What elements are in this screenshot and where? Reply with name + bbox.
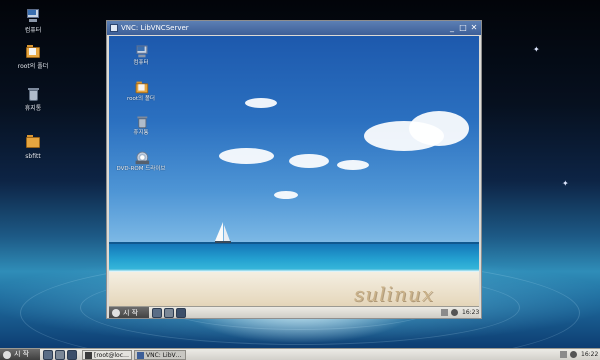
desktop-icon-label: 휴지통 [24,105,42,112]
mail-launcher-icon[interactable] [164,308,174,318]
terminal-launcher-icon[interactable] [67,350,77,360]
network-tray-icon[interactable] [441,309,448,316]
desktop-icon-label: root의 폴더 [17,63,49,70]
remote-clock: 16:23 [462,309,479,316]
outer-taskbar: 시 작 [root@loc… VNC: LibV… 16:22 [0,348,600,360]
sailboat-icon [215,222,231,243]
cloud [219,148,274,164]
desktop-icon-label: sbfitt [25,153,41,160]
trash-icon [135,115,148,129]
cloud [289,154,329,168]
remote-icon-label: DVD-ROM 드라이브 [116,166,166,172]
remote-icon-label: 휴지통 [133,130,149,136]
browser-launcher-icon[interactable] [43,350,53,360]
taskbar-task-terminal[interactable]: [root@loc… [82,350,132,360]
vnc-viewer-window[interactable]: VNC: LibVNCServer _ □ ✕ sulinux 컴퓨터 root… [106,20,482,319]
folder-icon [25,134,41,150]
window-titlebar[interactable]: VNC: LibVNCServer _ □ ✕ [107,21,481,35]
window-title: VNC: LibVNCServer [121,24,189,32]
start-logo-icon [112,309,120,317]
start-button[interactable]: 시 작 [0,349,40,360]
remote-icon-label: 컴퓨터 [133,60,149,66]
dvd-drive-icon [135,151,150,165]
start-label: 시 작 [14,350,30,358]
taskbar-task-vnc[interactable]: VNC: LibV… [134,350,186,360]
remote-taskbar: 시 작 16:23 [109,306,479,318]
desktop-icon-label: 컴퓨터 [24,27,42,34]
task-label: VNC: LibV… [146,352,182,359]
remote-icon-label: root의 폴더 [127,96,155,102]
trash-icon [25,86,41,102]
desktop-icon-trash[interactable]: 휴지통 [8,86,58,112]
remote-icon-computer[interactable]: 컴퓨터 [115,44,167,66]
vnc-icon [137,352,144,359]
volume-tray-icon[interactable] [451,309,458,316]
remote-start-button[interactable]: 시 작 [109,307,149,318]
maximize-button[interactable]: □ [458,23,468,33]
brand-sand-text: sulinux [354,282,434,306]
cloud [409,111,469,146]
cloud [274,191,298,199]
computer-icon [25,8,41,24]
cloud [337,160,369,170]
minimize-button[interactable]: _ [447,23,457,33]
close-button[interactable]: ✕ [469,23,479,33]
remote-icon-home-folder[interactable]: root의 폴더 [115,80,167,102]
cloud [245,98,277,108]
vnc-app-icon [110,24,118,32]
desktop-icon-computer[interactable]: 컴퓨터 [8,8,58,34]
computer-icon [135,45,148,58]
remote-icon-dvd-drive[interactable]: DVD-ROM 드라이브 [115,150,167,172]
browser-launcher-icon[interactable] [152,308,162,318]
volume-tray-icon[interactable] [570,351,577,358]
remote-icon-trash[interactable]: 휴지통 [115,114,167,136]
terminal-icon [85,352,92,359]
system-clock: 16:22 [581,351,599,358]
home-folder-icon [25,44,41,60]
star-glint: ✦ [533,45,540,54]
start-label: 시 작 [123,309,139,317]
desktop-icon-home-folder[interactable]: root의 폴더 [8,44,58,70]
task-label: [root@loc… [94,352,130,359]
terminal-launcher-icon[interactable] [176,308,186,318]
remote-desktop-view[interactable]: sulinux 컴퓨터 root의 폴더 휴지통 DVD-ROM 드라이브 시 … [109,36,479,318]
star-glint: ✦ [562,179,569,188]
start-logo-icon [3,351,11,359]
mail-launcher-icon[interactable] [55,350,65,360]
home-folder-icon [135,81,149,94]
network-tray-icon[interactable] [560,351,567,358]
desktop-icon-folder[interactable]: sbfitt [8,134,58,160]
